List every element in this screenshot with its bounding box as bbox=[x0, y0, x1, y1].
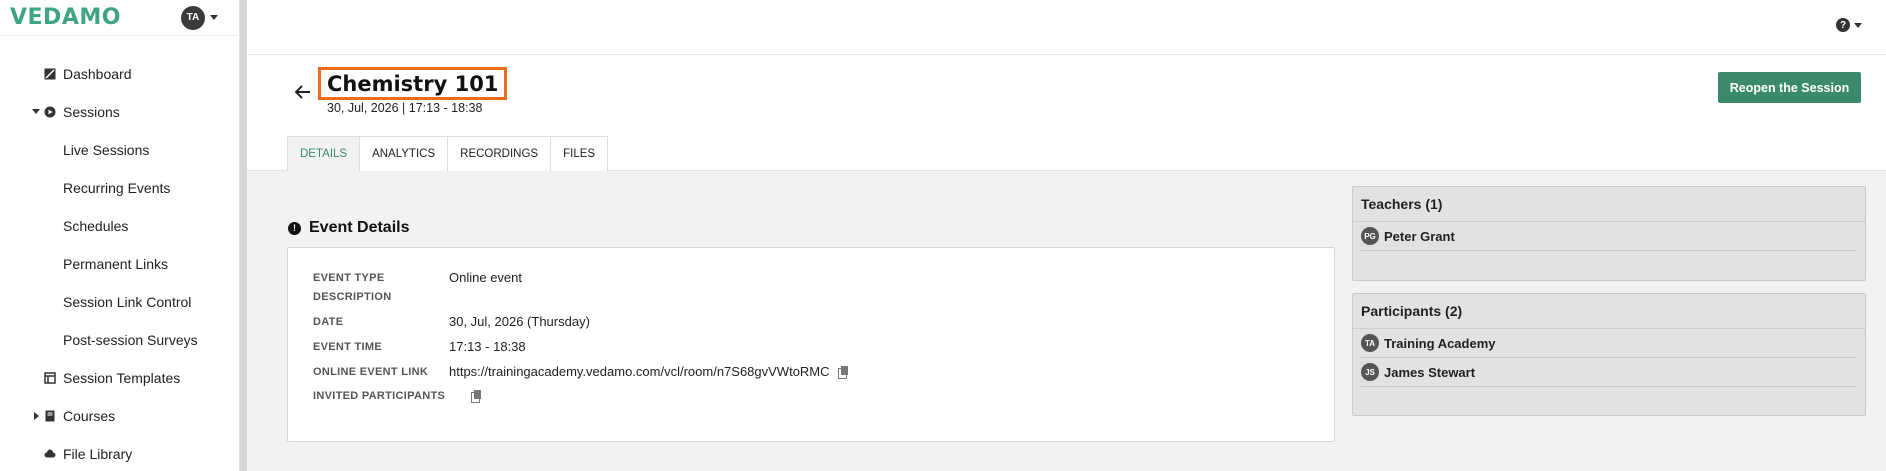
detail-row-event-time: EVENT TIME 17:13 - 18:38 bbox=[313, 339, 526, 354]
sidebar-item-label: Post-session Surveys bbox=[63, 332, 198, 348]
detail-label: DATE bbox=[313, 315, 344, 328]
dashboard-icon bbox=[44, 68, 56, 80]
teachers-panel-title: Teachers (1) bbox=[1353, 187, 1865, 222]
page-title: Chemistry 101 bbox=[327, 72, 499, 96]
reopen-session-button[interactable]: Reopen the Session bbox=[1718, 72, 1861, 103]
sidebar-item-label: File Library bbox=[63, 446, 133, 462]
sidebar-nav: Dashboard Sessions Live Sessions Recurri… bbox=[0, 36, 239, 471]
event-details-heading: ! Event Details bbox=[288, 219, 409, 237]
participant-item: TA Training Academy bbox=[1361, 329, 1857, 358]
person-name: Training Academy bbox=[1384, 335, 1496, 351]
sidebar-item-permanent-links[interactable]: Permanent Links bbox=[0, 245, 239, 283]
sidebar-item-live-sessions[interactable]: Live Sessions bbox=[0, 131, 239, 169]
avatar: JS bbox=[1361, 363, 1379, 381]
detail-label: EVENT TYPE bbox=[313, 271, 385, 284]
back-arrow-icon[interactable] bbox=[294, 83, 311, 104]
sidebar-item-label: Recurring Events bbox=[63, 180, 171, 196]
event-details-card: EVENT TYPE Online event DESCRIPTION DATE… bbox=[287, 247, 1335, 442]
sidebar-item-schedules[interactable]: Schedules bbox=[0, 207, 239, 245]
avatar: TA bbox=[1361, 334, 1379, 352]
sidebar-item-label: Live Sessions bbox=[63, 142, 150, 158]
vedamo-logo[interactable]: VEDAMO bbox=[10, 5, 121, 30]
teachers-panel: Teachers (1) PG Peter Grant bbox=[1352, 186, 1866, 281]
sidebar-header: VEDAMO TA bbox=[0, 0, 237, 36]
user-avatar: TA bbox=[180, 5, 205, 30]
help-menu[interactable]: ? bbox=[1836, 18, 1862, 32]
tab-recordings[interactable]: RECORDINGS bbox=[448, 136, 552, 171]
detail-row-description: DESCRIPTION bbox=[313, 291, 449, 303]
sidebar-item-session-templates[interactable]: Session Templates bbox=[0, 359, 239, 397]
detail-label: DESCRIPTION bbox=[313, 291, 392, 303]
teacher-item: PG Peter Grant bbox=[1361, 222, 1857, 251]
sidebar-item-dashboard[interactable]: Dashboard bbox=[0, 55, 239, 93]
cloud-icon bbox=[44, 448, 56, 460]
sidebar-item-sessions[interactable]: Sessions bbox=[0, 93, 239, 131]
info-icon: ! bbox=[288, 221, 301, 235]
participant-item: JS James Stewart bbox=[1361, 358, 1857, 387]
copy-icon[interactable] bbox=[471, 390, 482, 403]
avatar: PG bbox=[1361, 227, 1379, 245]
detail-row-online-event-link: ONLINE EVENT LINK https://trainingacadem… bbox=[313, 364, 849, 379]
sidebar-item-session-link-control[interactable]: Session Link Control bbox=[0, 283, 239, 321]
book-icon bbox=[44, 410, 56, 422]
chevron-down-icon bbox=[209, 15, 218, 20]
participants-panel: Participants (2) TA Training Academy JS … bbox=[1352, 293, 1866, 416]
detail-value: 17:13 - 18:38 bbox=[449, 339, 526, 354]
detail-label: INVITED PARTICIPANTS bbox=[313, 390, 446, 402]
copy-icon[interactable] bbox=[837, 365, 849, 379]
section-title-text: Event Details bbox=[309, 219, 410, 236]
session-header: Chemistry 101 30, Jul, 2026 | 17:13 - 18… bbox=[247, 55, 1886, 171]
sidebar: VEDAMO TA Dashboard Sessions Live Sessio… bbox=[0, 0, 240, 471]
detail-value bbox=[463, 390, 482, 403]
sidebar-item-label: Schedules bbox=[63, 218, 129, 234]
sidebar-item-label: Dashboard bbox=[63, 66, 132, 82]
user-menu[interactable]: TA bbox=[180, 5, 218, 30]
sidebar-item-post-session-surveys[interactable]: Post-session Surveys bbox=[0, 321, 239, 359]
participants-panel-title: Participants (2) bbox=[1353, 294, 1865, 329]
detail-row-invited-participants: INVITED PARTICIPANTS bbox=[313, 390, 482, 403]
detail-value: 30, Jul, 2026 (Thursday) bbox=[449, 314, 590, 329]
tab-details[interactable]: DETAILS bbox=[287, 136, 361, 171]
detail-row-event-type: EVENT TYPE Online event bbox=[313, 270, 522, 285]
page-title-highlight: Chemistry 101 bbox=[318, 67, 508, 100]
detail-value: https://trainingacademy.vedamo.com/vcl/r… bbox=[449, 364, 849, 379]
tab-files[interactable]: FILES bbox=[551, 136, 609, 171]
person-name: Peter Grant bbox=[1384, 228, 1455, 244]
detail-label: EVENT TIME bbox=[313, 340, 383, 353]
detail-row-date: DATE 30, Jul, 2026 (Thursday) bbox=[313, 314, 590, 329]
chevron-down-icon bbox=[1854, 22, 1862, 28]
detail-label: ONLINE EVENT LINK bbox=[313, 365, 429, 378]
sidebar-item-recurring-events[interactable]: Recurring Events bbox=[0, 169, 239, 207]
top-bar: ? bbox=[247, 0, 1886, 55]
online-event-link[interactable]: https://trainingacademy.vedamo.com/vcl/r… bbox=[449, 364, 830, 379]
sidebar-item-label: Permanent Links bbox=[63, 256, 169, 272]
sidebar-item-label: Session Templates bbox=[63, 370, 181, 386]
question-circle-icon: ? bbox=[1836, 18, 1850, 32]
template-icon bbox=[44, 372, 56, 384]
detail-value: Online event bbox=[449, 270, 522, 285]
sidebar-item-file-library[interactable]: File Library bbox=[0, 435, 239, 471]
chevron-down-icon[interactable] bbox=[32, 109, 40, 114]
person-name: James Stewart bbox=[1384, 364, 1476, 380]
play-circle-icon bbox=[44, 106, 56, 118]
sidebar-item-label: Session Link Control bbox=[63, 294, 192, 310]
session-datetime: 30, Jul, 2026 | 17:13 - 18:38 bbox=[327, 101, 483, 115]
chevron-right-icon[interactable] bbox=[34, 412, 39, 420]
tab-analytics[interactable]: ANALYTICS bbox=[360, 136, 449, 171]
sidebar-item-courses[interactable]: Courses bbox=[0, 397, 239, 435]
sidebar-scrollbar[interactable] bbox=[240, 0, 247, 471]
main-content: ! Event Details EVENT TYPE Online event … bbox=[247, 171, 1886, 471]
sidebar-item-label: Courses bbox=[63, 408, 116, 424]
sidebar-item-label: Sessions bbox=[63, 104, 120, 120]
session-tabs: DETAILS ANALYTICS RECORDINGS FILES bbox=[287, 136, 609, 171]
